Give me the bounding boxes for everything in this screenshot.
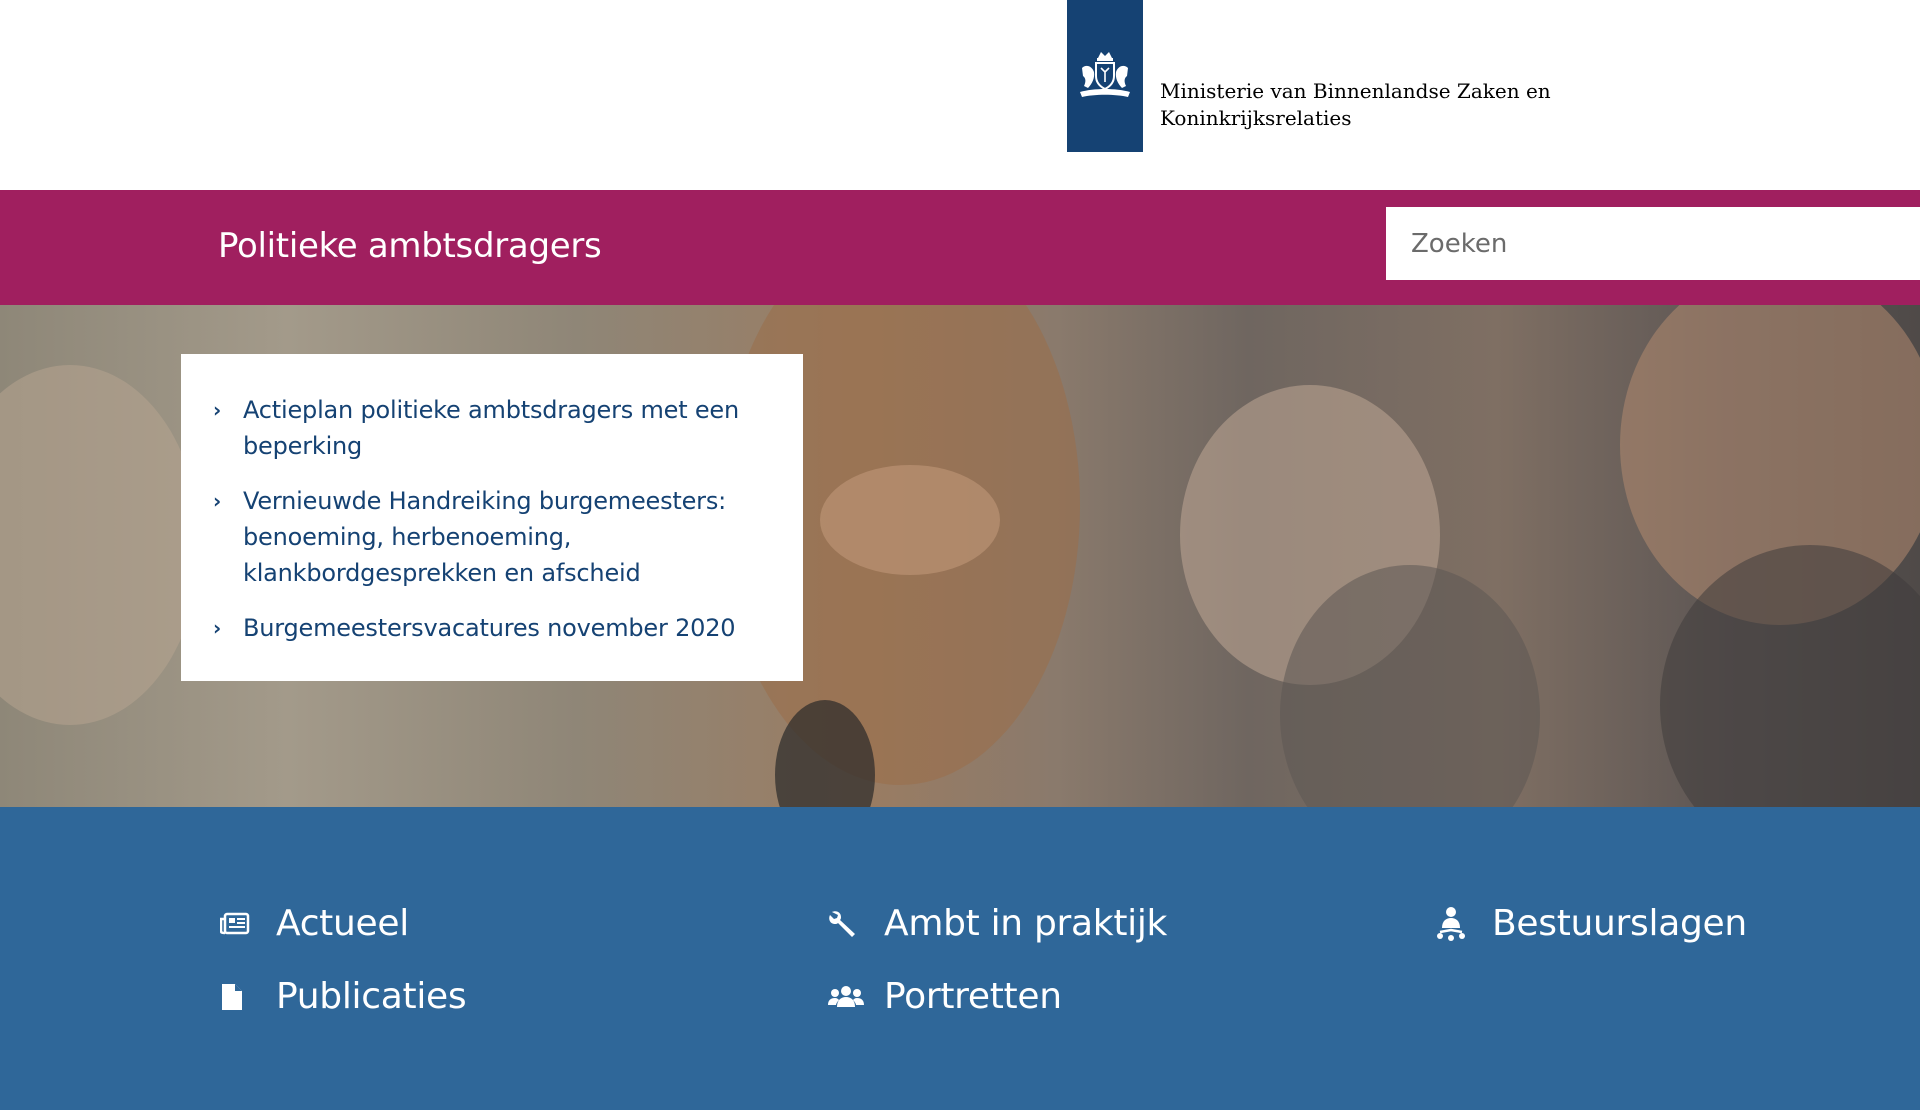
nav-item-label: Actueel — [276, 903, 409, 944]
nav-item-label: Ambt in praktijk — [884, 903, 1168, 944]
featured-link[interactable]: › Burgemeestersvacatures november 2020 — [213, 610, 773, 646]
people-icon — [828, 985, 884, 1009]
newspaper-icon — [220, 912, 276, 936]
site-header: Ministerie van Binnenlandse Zaken en Kon… — [0, 0, 1920, 190]
featured-links-box: › Actieplan politieke ambtsdragers met e… — [181, 354, 803, 681]
site-title[interactable]: Politieke ambtsdragers — [218, 226, 602, 266]
featured-link-label: Vernieuwde Handreiking burgemeesters: be… — [243, 487, 727, 587]
document-icon — [220, 983, 276, 1011]
featured-link-label: Burgemeestersvacatures november 2020 — [243, 614, 736, 642]
featured-link[interactable]: › Actieplan politieke ambtsdragers met e… — [213, 392, 773, 464]
title-bar: Politieke ambtsdragers — [0, 190, 1920, 305]
page-bottom-strip — [0, 1110, 1920, 1117]
hero-photo-shape — [0, 365, 200, 725]
hero-banner: › Actieplan politieke ambtsdragers met e… — [0, 305, 1920, 807]
nav-item-label: Bestuurslagen — [1492, 903, 1747, 944]
rijksoverheid-logo[interactable] — [1067, 0, 1143, 152]
chevron-right-icon: › — [213, 489, 222, 513]
hierarchy-icon — [1436, 906, 1492, 942]
nav-item-label: Portretten — [884, 976, 1062, 1017]
ministry-name-line2: Koninkrijksrelaties — [1160, 106, 1352, 130]
main-navigation: Actueel Ambt in praktijk Bestuurslagen P… — [0, 807, 1920, 1110]
nav-item-actueel[interactable]: Actueel — [220, 903, 409, 944]
ministry-name[interactable]: Ministerie van Binnenlandse Zaken en Kon… — [1160, 78, 1580, 132]
nav-item-label: Publicaties — [276, 976, 467, 1017]
hero-photo-shape — [820, 465, 1000, 575]
nav-item-ambt-in-praktijk[interactable]: Ambt in praktijk — [828, 903, 1167, 944]
rijksoverheid-coat-of-arms-icon — [1080, 52, 1130, 97]
chevron-right-icon: › — [213, 398, 222, 422]
featured-link-label: Actieplan politieke ambtsdragers met een… — [243, 396, 739, 460]
chevron-right-icon: › — [213, 616, 222, 640]
nav-item-publicaties[interactable]: Publicaties — [220, 976, 467, 1017]
featured-link[interactable]: › Vernieuwde Handreiking burgemeesters: … — [213, 483, 773, 591]
search-input[interactable] — [1386, 207, 1920, 280]
nav-item-portretten[interactable]: Portretten — [828, 976, 1062, 1017]
wrench-icon — [828, 909, 884, 939]
nav-item-bestuurslagen[interactable]: Bestuurslagen — [1436, 903, 1747, 944]
ministry-name-line1: Ministerie van Binnenlandse Zaken en — [1160, 79, 1551, 103]
